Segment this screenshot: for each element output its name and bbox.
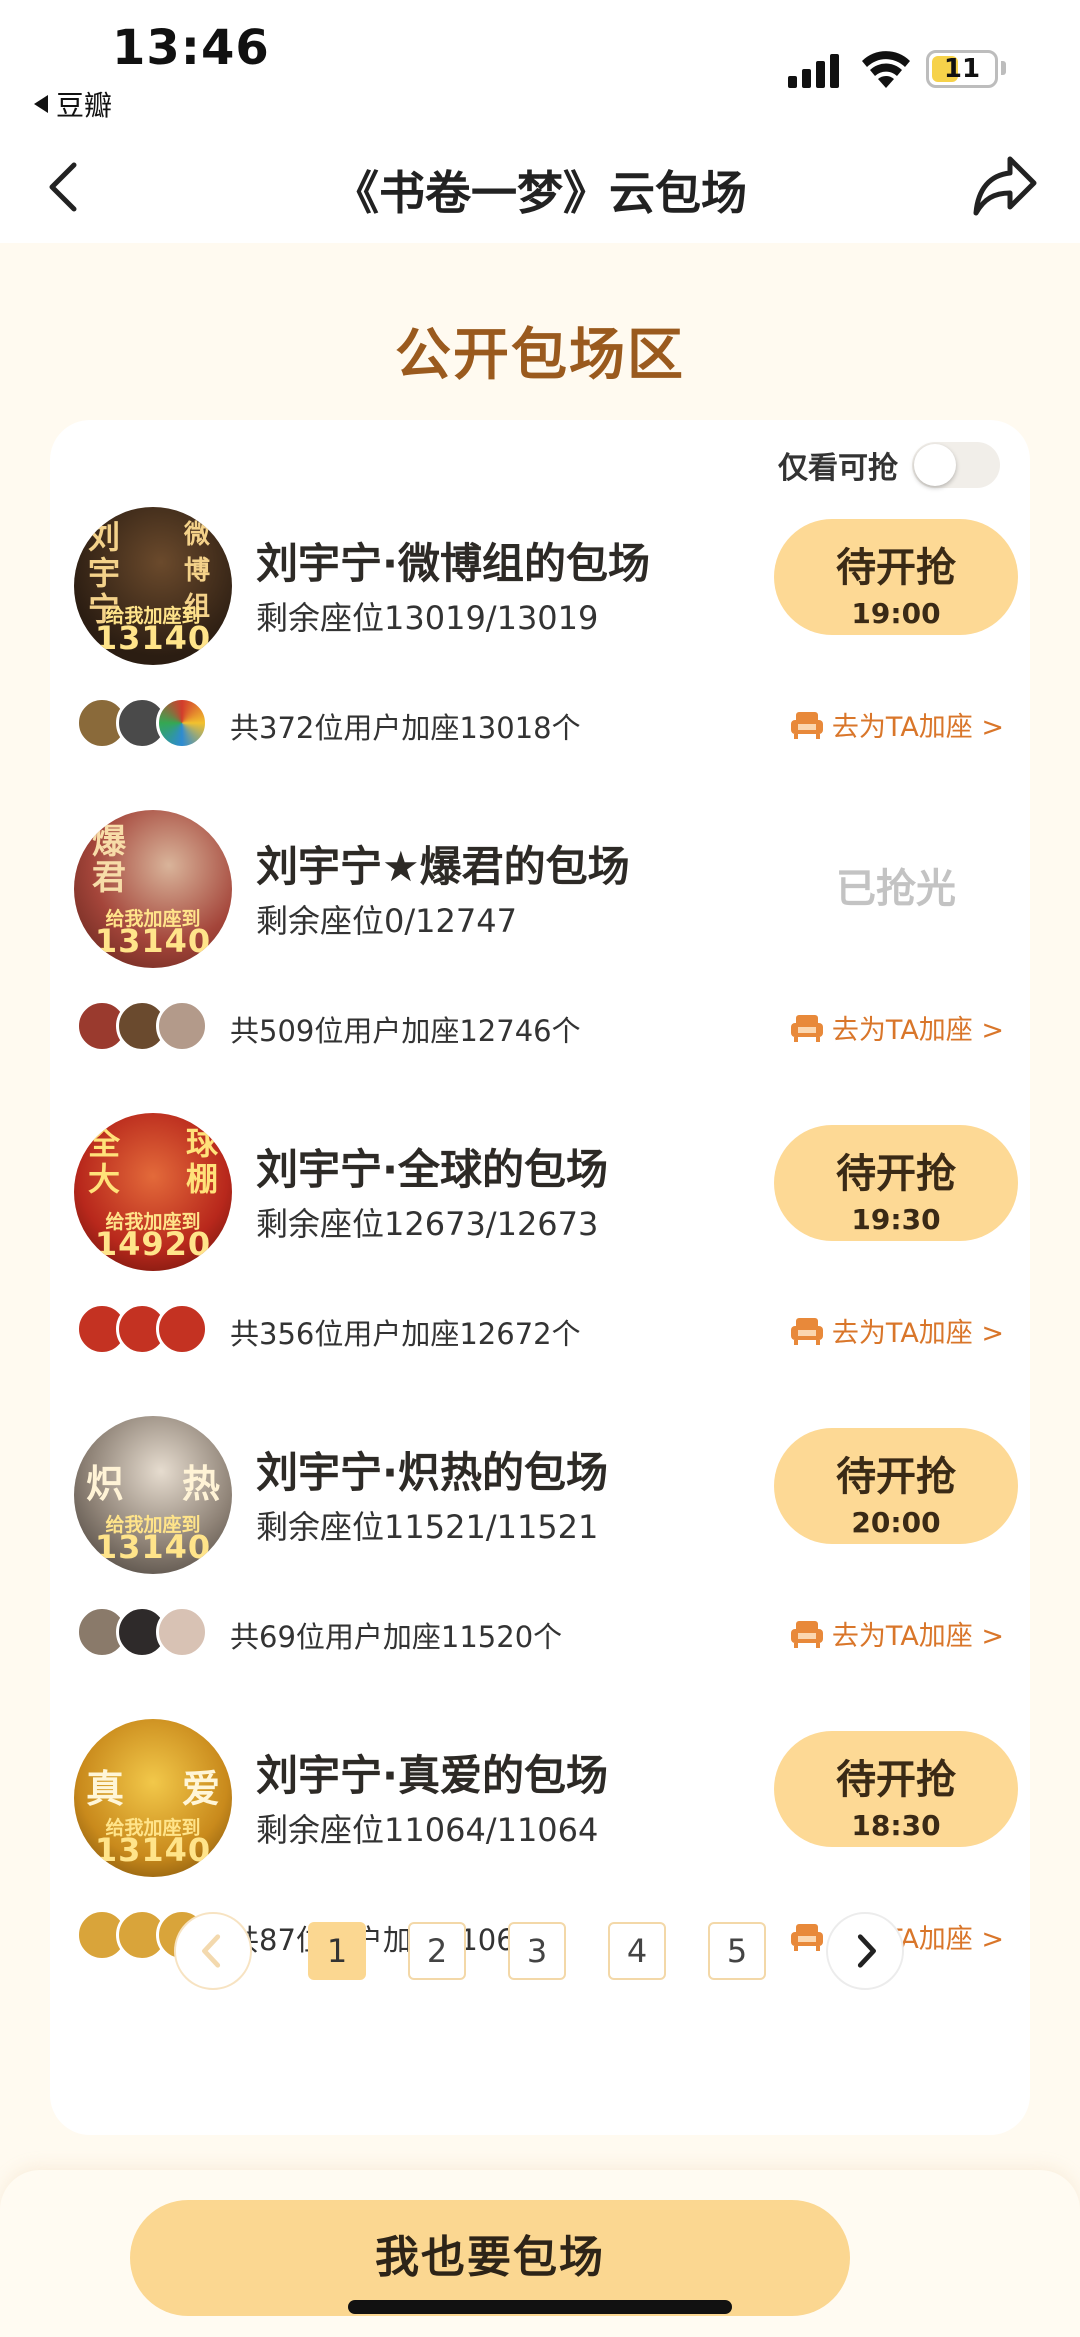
- room-avatar: 炽 热 给我加座到 13140: [74, 1416, 232, 1574]
- share-icon[interactable]: [970, 153, 1040, 219]
- toggle-knob: [914, 444, 956, 486]
- user-avatar: [156, 1000, 208, 1052]
- room-name: 刘宇宁★爆君的包场: [256, 842, 630, 891]
- user-avatar: [156, 1606, 208, 1658]
- user-avatars: [76, 1606, 216, 1658]
- wifi-icon: [862, 51, 910, 88]
- grab-time: 19:00: [851, 597, 941, 630]
- room-users: 共372位用户加座13018个: [230, 711, 581, 745]
- add-seat-label: 去为TA加座 >: [831, 1318, 1004, 1349]
- grab-button[interactable]: 待开抢 20:00: [774, 1428, 1018, 1544]
- back-app-label: 豆瓣: [56, 89, 113, 122]
- next-page-button[interactable]: [826, 1912, 904, 1990]
- filter-available-only[interactable]: 仅看可抢: [778, 442, 1000, 488]
- sofa-icon: [790, 1317, 823, 1345]
- add-seat-link[interactable]: 去为TA加座 >: [790, 1614, 1004, 1653]
- room-seats: 剩余座位11521/11521: [256, 1508, 599, 1546]
- add-seat-label: 去为TA加座 >: [831, 1621, 1004, 1652]
- room-item[interactable]: 刘宇宁 微博组 给我加座到 13140 刘宇宁·微博组的包场 剩余座位13019…: [50, 505, 1030, 805]
- room-name: 刘宇宁·真爱的包场: [256, 1751, 608, 1800]
- nav-bar: 《书卷一梦》云包场: [0, 135, 1080, 243]
- filter-toggle[interactable]: [912, 442, 1000, 488]
- add-seat-label: 去为TA加座 >: [831, 1015, 1004, 1046]
- page-button-5[interactable]: 5: [708, 1922, 766, 1980]
- room-name: 刘宇宁·炽热的包场: [256, 1448, 608, 1497]
- add-seat-link[interactable]: 去为TA加座 >: [790, 1008, 1004, 1047]
- avatar-number: 13140: [94, 619, 212, 657]
- room-seats: 剩余座位12673/12673: [256, 1205, 599, 1243]
- avatar-text-right: 爱: [182, 1767, 221, 1811]
- status-time: 13:46: [112, 20, 270, 76]
- user-avatar: [156, 1303, 208, 1355]
- user-avatar: [156, 697, 208, 749]
- room-item[interactable]: 炽 热 给我加座到 13140 刘宇宁·炽热的包场 剩余座位11521/1152…: [50, 1414, 1030, 1714]
- signal-icon: [788, 52, 839, 88]
- room-avatar: 全大 球棚 给我加座到 14920: [74, 1113, 232, 1271]
- user-avatars: [76, 1000, 216, 1052]
- grab-button[interactable]: 待开抢 18:30: [774, 1731, 1018, 1847]
- battery-icon: 11: [926, 50, 998, 88]
- room-avatar: 真 爱 给我加座到 13140: [74, 1719, 232, 1877]
- add-seat-label: 去为TA加座 >: [831, 712, 1004, 743]
- grab-label: 待开抢: [836, 1151, 956, 1197]
- page-button-1[interactable]: 1: [308, 1922, 366, 1980]
- sold-out-label: 已抢光: [836, 866, 956, 912]
- room-name: 刘宇宁·微博组的包场: [256, 539, 650, 588]
- battery-tip: [1001, 61, 1006, 75]
- page-title: 《书卷一梦》云包场: [333, 166, 747, 220]
- sofa-icon: [790, 1014, 823, 1042]
- page-button-4[interactable]: 4: [608, 1922, 666, 1980]
- room-item[interactable]: 爆君 给我加座到 13140 刘宇宁★爆君的包场 剩余座位0/12747 已抢光…: [50, 808, 1030, 1108]
- grab-time: 20:00: [851, 1506, 941, 1539]
- room-list-card: 仅看可抢 刘宇宁 微博组 给我加座到 13140 刘宇宁·微博组的包场 剩余座位…: [50, 420, 1030, 2135]
- room-avatar: 刘宇宁 微博组 给我加座到 13140: [74, 507, 232, 665]
- sofa-icon: [790, 1620, 823, 1648]
- battery-level: 11: [943, 54, 981, 84]
- add-seat-link[interactable]: 去为TA加座 >: [790, 705, 1004, 744]
- user-avatars: [76, 697, 216, 749]
- avatar-text-right: 球棚: [186, 1124, 219, 1198]
- add-seat-link[interactable]: 去为TA加座 >: [790, 1311, 1004, 1350]
- room-avatar: 爆君 给我加座到 13140: [74, 810, 232, 968]
- grab-button[interactable]: 待开抢 19:00: [774, 519, 1018, 635]
- grab-label: 待开抢: [836, 1454, 956, 1500]
- room-users: 共69位用户加座11520个: [230, 1620, 563, 1654]
- home-indicator: [348, 2300, 732, 2314]
- prev-page-button[interactable]: [174, 1912, 252, 1990]
- room-seats: 剩余座位11064/11064: [256, 1811, 599, 1849]
- avatar-text-right: 热: [182, 1462, 221, 1506]
- section-title: 公开包场区: [395, 323, 685, 388]
- status-bar: 13:46 豆瓣 11: [0, 0, 1080, 135]
- room-users: 共356位用户加座12672个: [230, 1317, 581, 1351]
- avatar-number: 14920: [94, 1225, 212, 1263]
- grab-time: 19:30: [851, 1203, 941, 1236]
- avatar-text-left: 炽: [86, 1462, 125, 1506]
- grab-label: 待开抢: [836, 1757, 956, 1803]
- avatar-number: 13140: [94, 1831, 212, 1869]
- filter-label: 仅看可抢: [778, 451, 898, 486]
- grab-time: 18:30: [851, 1809, 941, 1842]
- room-item[interactable]: 全大 球棚 给我加座到 14920 刘宇宁·全球的包场 剩余座位12673/12…: [50, 1111, 1030, 1411]
- user-avatars: [76, 1303, 216, 1355]
- room-seats: 剩余座位13019/13019: [256, 599, 599, 637]
- room-name: 刘宇宁·全球的包场: [256, 1145, 608, 1194]
- page-button-3[interactable]: 3: [508, 1922, 566, 1980]
- back-triangle-icon: [34, 95, 48, 113]
- room-users: 共509位用户加座12746个: [230, 1014, 581, 1048]
- grab-label: 待开抢: [836, 545, 956, 591]
- pagination: 1 2 3 4 5: [50, 1912, 1030, 1992]
- avatar-number: 13140: [94, 1528, 212, 1566]
- avatar-text-left: 全大: [88, 1124, 121, 1198]
- page-button-2[interactable]: 2: [408, 1922, 466, 1980]
- room-seats: 剩余座位0/12747: [256, 902, 517, 940]
- grab-button[interactable]: 待开抢 19:30: [774, 1125, 1018, 1241]
- sofa-icon: [790, 711, 823, 739]
- avatar-text-left: 真: [86, 1767, 125, 1811]
- avatar-text-left: 爆君: [92, 822, 126, 898]
- avatar-number: 13140: [94, 922, 212, 960]
- create-room-button[interactable]: 我也要包场: [130, 2200, 850, 2316]
- back-to-app-link[interactable]: 豆瓣: [34, 84, 112, 124]
